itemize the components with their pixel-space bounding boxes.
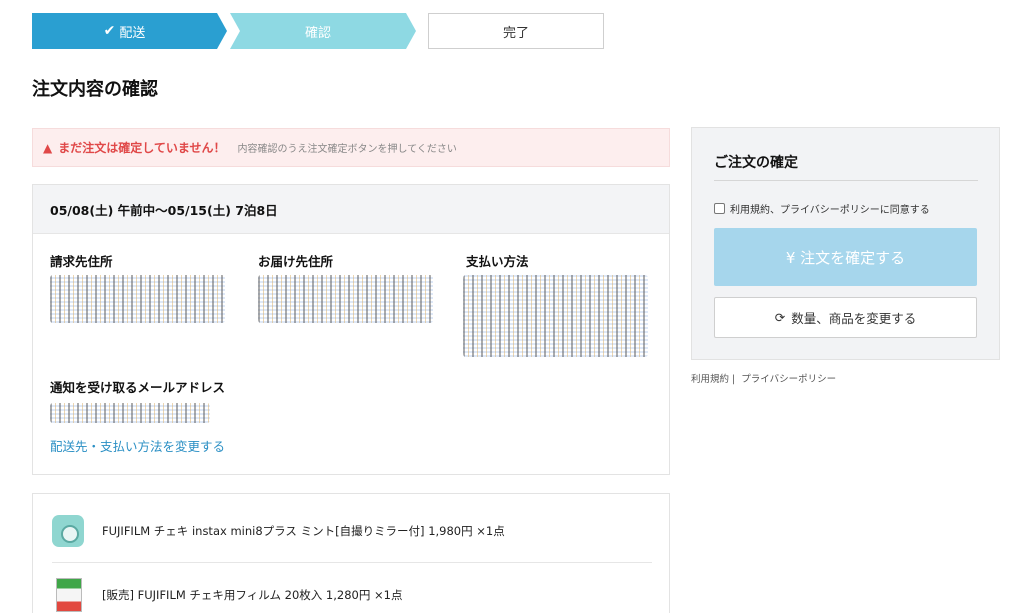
email-redacted <box>50 403 210 423</box>
email-label: 通知を受け取るメールアドレス <box>50 380 226 395</box>
product-thumbnail-camera <box>52 515 84 547</box>
warning-icon: ▲ <box>43 140 53 155</box>
order-confirm-panel: ご注文の確定 利用規約、プライバシーポリシーに同意する ¥ 注文を確定する ⟳ … <box>691 127 1000 360</box>
product-text: FUJIFILM チェキ instax mini8プラス ミント[自撮りミラー付… <box>102 524 505 538</box>
rental-period: 05/08(土) 午前中〜05/15(土) 7泊8日 <box>33 185 669 234</box>
page-title: 注文内容の確認 <box>32 79 158 100</box>
agree-checkbox-row[interactable]: 利用規約、プライバシーポリシーに同意する <box>714 201 930 216</box>
delivery-address-redacted <box>258 275 433 323</box>
step-confirm-label: 確認 <box>304 25 331 41</box>
payment-method-label: 支払い方法 <box>466 254 529 269</box>
step-shipping-label: 配送 <box>119 25 146 41</box>
step-complete-label: 完了 <box>502 25 529 41</box>
privacy-link[interactable]: プライバシーポリシー <box>741 374 836 385</box>
panel-title: ご注文の確定 <box>714 155 798 171</box>
billing-address-label: 請求先住所 <box>50 254 113 269</box>
product-text: [販売] FUJIFILM チェキ用フィルム 20枚入 1,280円 ×1点 <box>102 588 403 602</box>
change-quantity-button[interactable]: ⟳ 数量、商品を変更する <box>714 297 977 338</box>
divider <box>52 562 652 563</box>
agree-checkbox[interactable] <box>714 203 725 214</box>
billing-address-redacted <box>50 275 225 323</box>
product-list: FUJIFILM チェキ instax mini8プラス ミント[自撮りミラー付… <box>32 493 670 613</box>
list-item: [販売] FUJIFILM チェキ用フィルム 20枚入 1,280円 ×1点 <box>52 575 402 613</box>
change-quantity-label: 数量、商品を変更する <box>791 311 917 326</box>
payment-method-redacted <box>463 275 648 357</box>
refresh-icon: ⟳ <box>774 310 786 325</box>
alert-title: まだ注文は確定していません！ <box>58 141 226 155</box>
change-shipping-payment-link[interactable]: 配送先・支払い方法を変更する <box>50 436 225 455</box>
alert-message: 内容確認のうえ注文確定ボタンを押してください <box>237 144 457 155</box>
check-icon: ✔ <box>103 23 116 39</box>
confirm-order-button[interactable]: ¥ 注文を確定する <box>714 228 977 286</box>
link-separator: | <box>732 374 736 385</box>
agree-label: 利用規約、プライバシーポリシーに同意する <box>730 205 930 216</box>
terms-link[interactable]: 利用規約 <box>691 374 729 385</box>
step-confirm: 確認 <box>230 13 416 49</box>
alert-banner: ▲ まだ注文は確定していません！ 内容確認のうえ注文確定ボタンを押してください <box>32 128 670 167</box>
delivery-address-label: お届け先住所 <box>258 254 334 269</box>
footer-links: 利用規約 | プライバシーポリシー <box>691 371 836 385</box>
product-thumbnail-film <box>56 578 82 612</box>
step-complete: 完了 <box>428 13 604 49</box>
list-item: FUJIFILM チェキ instax mini8プラス ミント[自撮りミラー付… <box>52 511 505 551</box>
order-info-card: 05/08(土) 午前中〜05/15(土) 7泊8日 請求先住所 お届け先住所 … <box>32 184 670 475</box>
divider <box>714 180 978 181</box>
step-shipping: ✔ 配送 <box>32 13 227 49</box>
